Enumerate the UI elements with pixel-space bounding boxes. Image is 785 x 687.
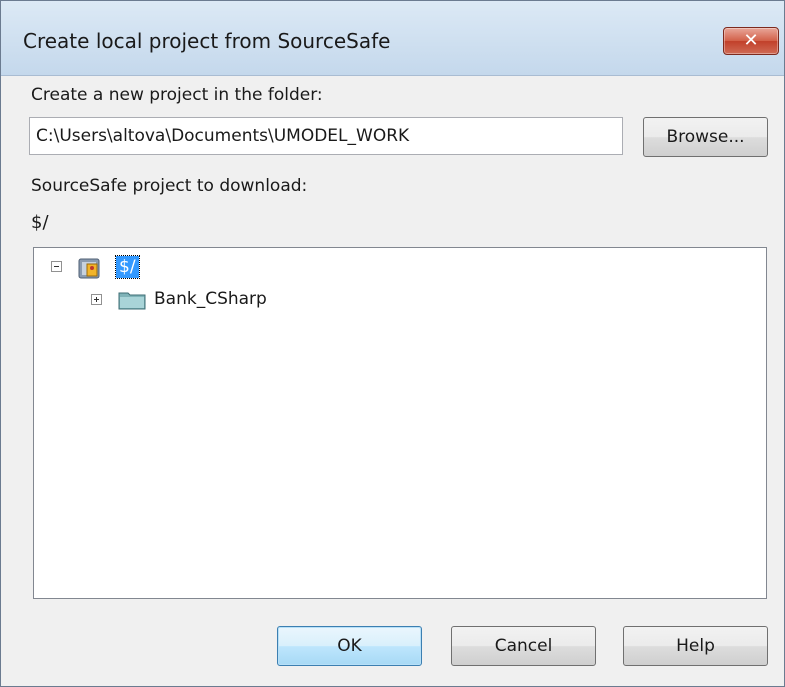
close-button[interactable]: ✕ xyxy=(723,27,779,55)
dialog-window: Create local project from SourceSafe ✕ C… xyxy=(0,0,785,687)
help-button[interactable]: Help xyxy=(623,626,768,666)
folder-label: Create a new project in the folder: xyxy=(31,85,323,105)
folder-icon xyxy=(118,292,146,310)
project-label: SourceSafe project to download: xyxy=(31,176,308,196)
tree-node-bank-csharp[interactable]: Bank_CSharp xyxy=(154,288,267,310)
title-bar[interactable]: Create local project from SourceSafe ✕ xyxy=(1,1,784,76)
dialog-title: Create local project from SourceSafe xyxy=(23,29,391,53)
folder-path-input[interactable]: C:\Users\altova\Documents\UMODEL_WORK xyxy=(29,117,623,155)
selected-project-path: $/ xyxy=(31,212,49,233)
project-tree[interactable]: $/ Bank_CSharp xyxy=(33,247,767,599)
browse-button[interactable]: Browse... xyxy=(643,117,768,157)
expand-icon[interactable] xyxy=(91,294,102,305)
ok-button[interactable]: OK xyxy=(277,626,422,666)
tree-root-node[interactable]: $/ xyxy=(115,255,140,279)
cancel-button[interactable]: Cancel xyxy=(451,626,596,666)
sourcesafe-database-icon xyxy=(78,258,100,279)
collapse-icon[interactable] xyxy=(51,261,62,272)
close-icon: ✕ xyxy=(743,30,759,51)
